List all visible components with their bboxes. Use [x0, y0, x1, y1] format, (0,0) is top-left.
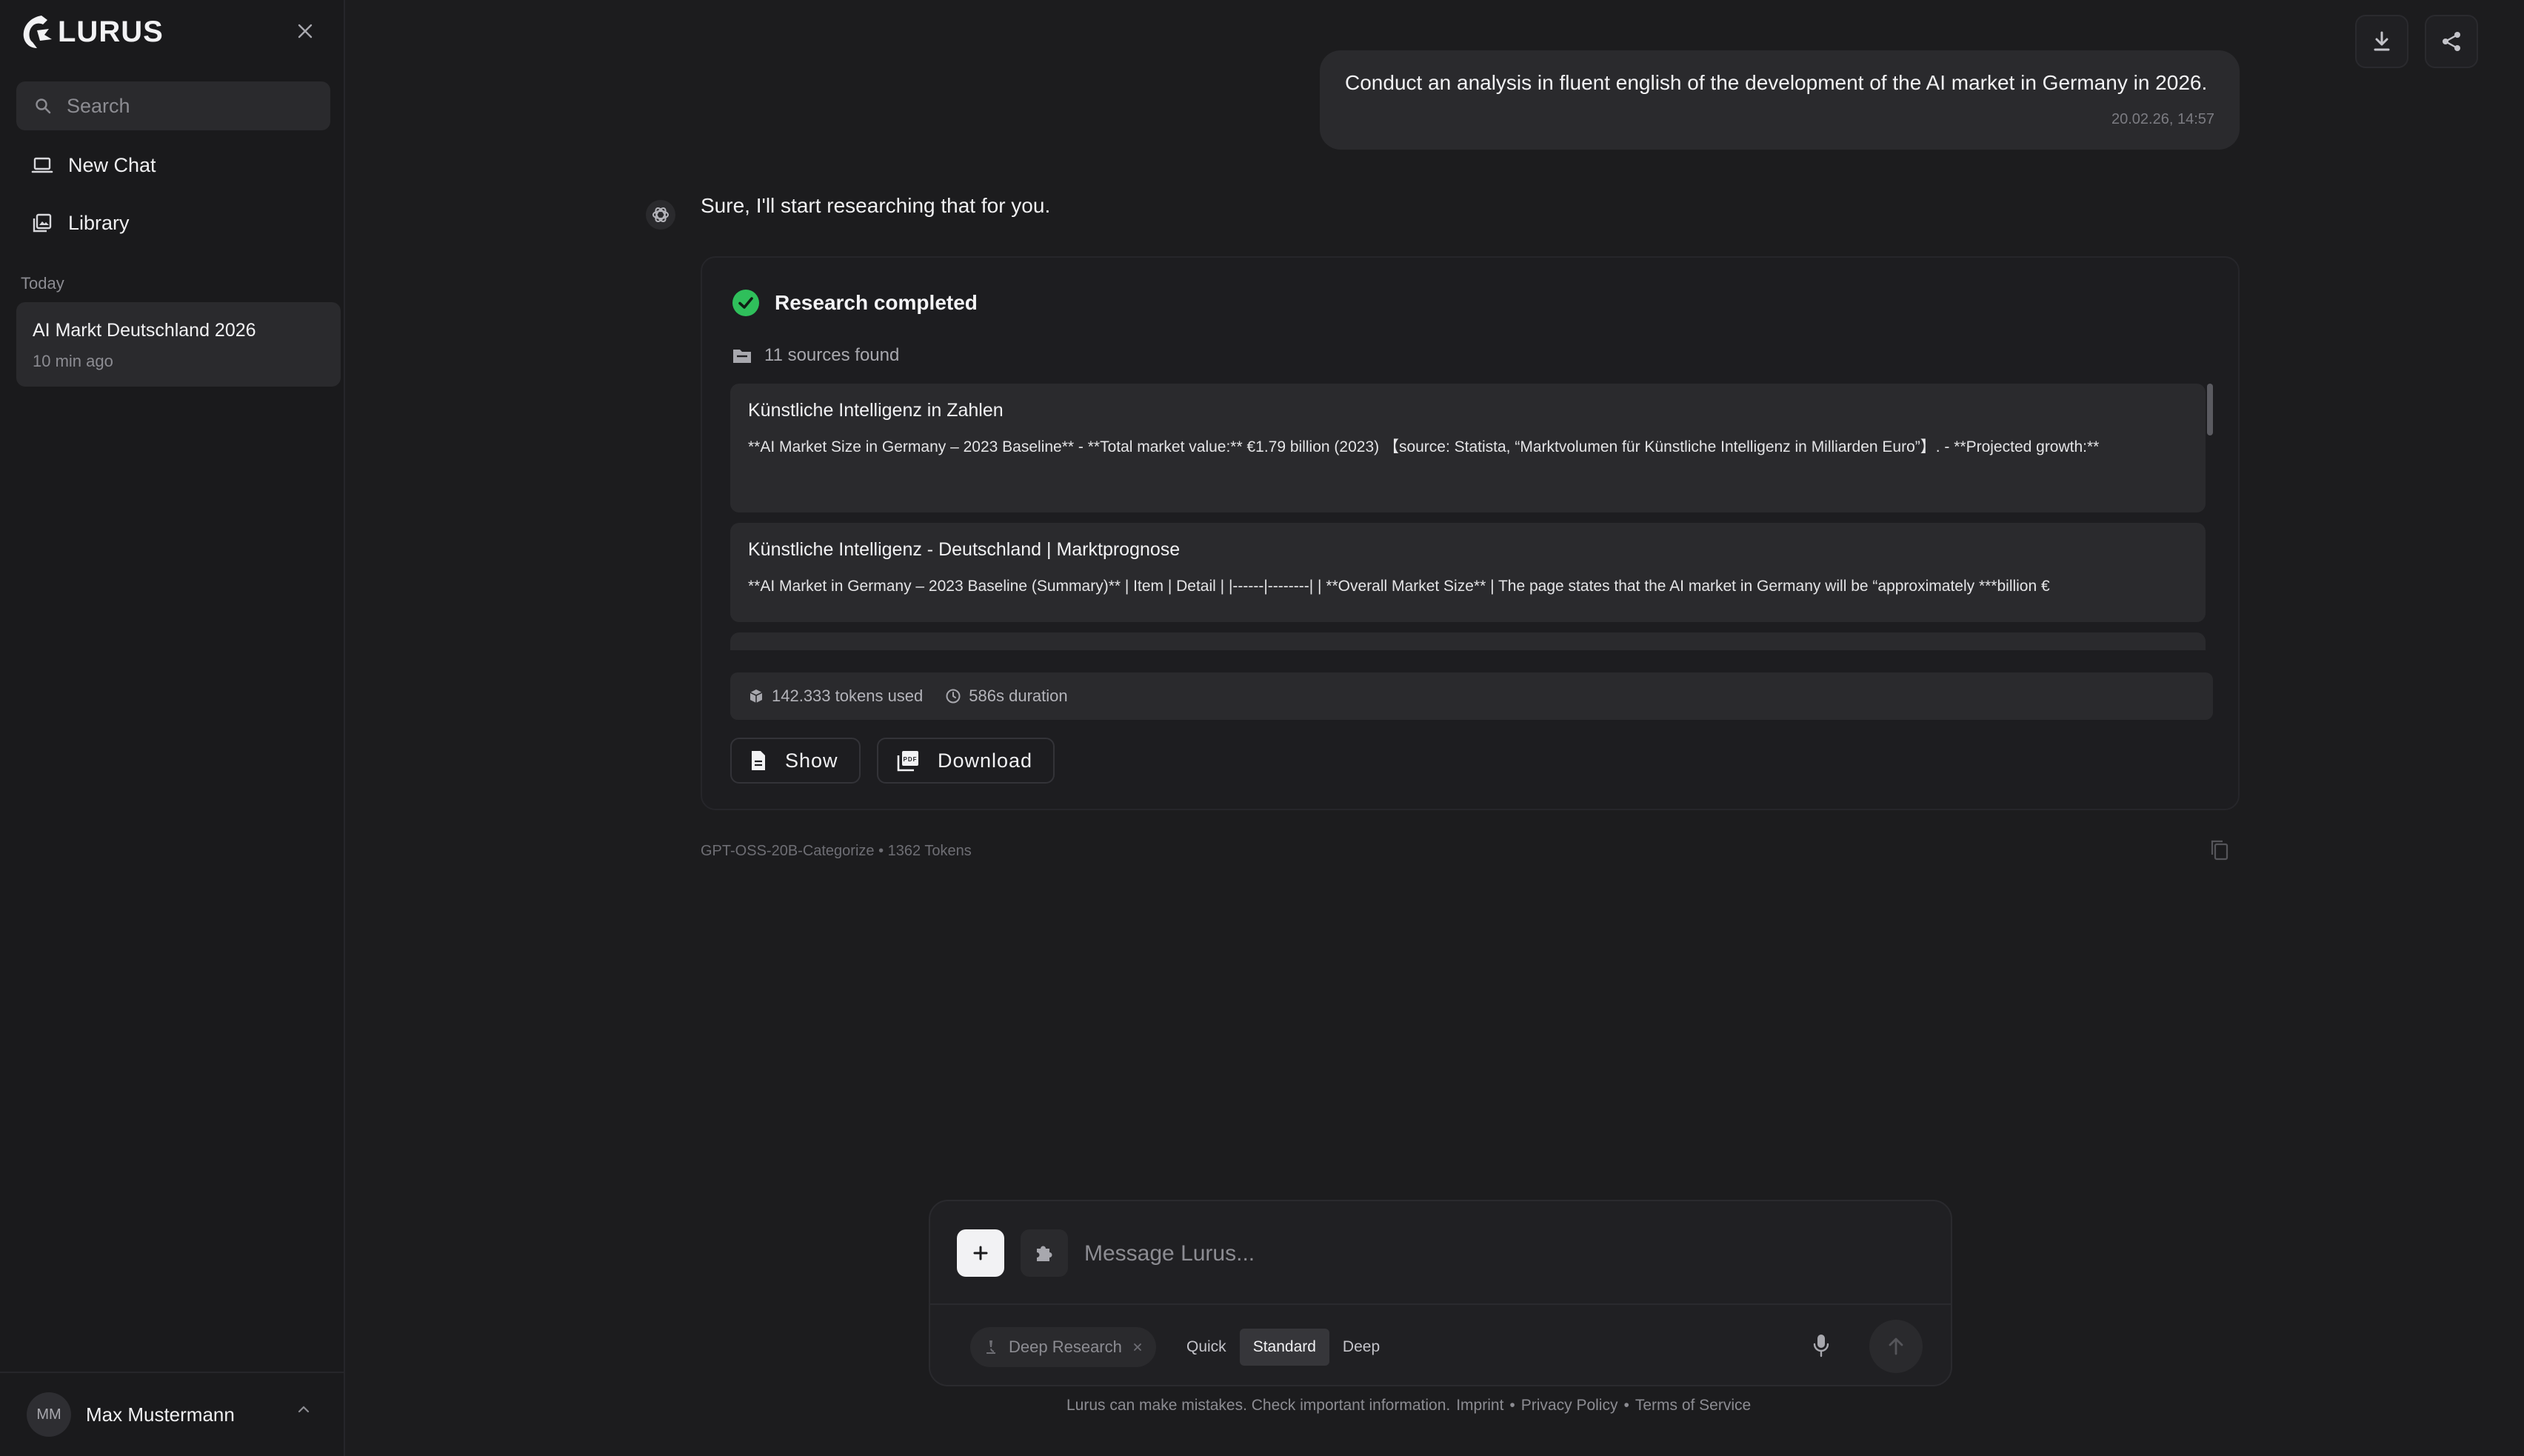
download-icon	[2374, 31, 2390, 51]
footer-separator: •	[1623, 1397, 1629, 1414]
composer-divider	[930, 1303, 1951, 1305]
folder-icon	[733, 350, 751, 363]
privacy-policy-link[interactable]: Privacy Policy	[1521, 1397, 1618, 1415]
research-status: Research completed	[732, 289, 978, 317]
source-title: Künstliche Intelligenz in Zahlen	[748, 400, 1004, 421]
footer-separator: •	[1509, 1397, 1515, 1414]
duration-stat: 586s duration	[945, 687, 1068, 706]
laptop-icon	[31, 157, 53, 173]
duration-label: 586s duration	[969, 687, 1068, 705]
check-circle-icon	[732, 290, 759, 316]
library-icon	[33, 213, 52, 233]
copy-response-button[interactable]	[2208, 838, 2231, 866]
app-name: LURUS	[58, 15, 164, 48]
user-message-text: Conduct an analysis in fluent english of…	[1345, 71, 2208, 94]
deep-research-chip[interactable]: Deep Research	[970, 1327, 1156, 1367]
show-report-button[interactable]: Show	[730, 738, 861, 784]
tokens-used-label: 142.333 tokens used	[772, 687, 924, 705]
lurus-logo-icon	[23, 16, 52, 48]
imprint-link[interactable]: Imprint	[1456, 1397, 1503, 1415]
source-item[interactable]: Künstliche Intelligenz in Zahlen **AI Ma…	[730, 384, 2206, 512]
research-status-label: Research completed	[775, 291, 978, 314]
cube-icon	[749, 689, 763, 703]
search-input[interactable]	[67, 94, 311, 118]
arrow-up-icon	[1889, 1338, 1903, 1355]
message-input[interactable]	[1084, 1235, 1899, 1272]
share-icon	[2443, 32, 2460, 51]
research-stats: 142.333 tokens used 586s duration	[730, 672, 2213, 720]
svg-text:PDF: PDF	[904, 756, 918, 763]
sources-list[interactable]: Künstliche Intelligenz in Zahlen **AI Ma…	[730, 384, 2210, 650]
chevron-up-icon	[298, 1406, 310, 1413]
source-item[interactable]	[730, 632, 2206, 650]
download-chat-button[interactable]	[2355, 15, 2408, 68]
clock-icon	[946, 689, 961, 704]
openai-logo-icon	[652, 207, 669, 223]
source-excerpt: **AI Market in Germany – 2023 Baseline (…	[748, 578, 2050, 595]
user-name: Max Mustermann	[86, 1403, 235, 1426]
microphone-icon	[1813, 1335, 1829, 1358]
sources-count: 11 sources found	[732, 345, 899, 366]
source-item[interactable]: Künstliche Intelligenz - Deutschland | M…	[730, 523, 2206, 622]
mode-chip-label: Deep Research	[1009, 1338, 1122, 1356]
puzzle-icon	[1037, 1246, 1052, 1261]
sidebar-item-new-chat[interactable]: New Chat	[16, 141, 330, 190]
sidebar: LURUS New Chat Library Today AI Markt De…	[0, 0, 345, 1456]
search-box[interactable]	[16, 81, 330, 130]
document-icon	[752, 751, 765, 770]
sidebar-item-label: Library	[68, 211, 130, 234]
add-attachment-button[interactable]	[957, 1229, 1004, 1277]
research-result-card: Research completed 11 sources found Küns…	[701, 256, 2240, 810]
voice-input-button[interactable]	[1812, 1333, 1831, 1362]
download-label: Download	[938, 749, 1033, 772]
show-label: Show	[785, 749, 838, 772]
avatar: MM	[27, 1392, 71, 1437]
app-logo[interactable]: LURUS	[19, 10, 164, 53]
message-timestamp: 20.02.26, 14:57	[2111, 111, 2214, 127]
chat-time: 10 min ago	[33, 352, 113, 370]
user-message: Conduct an analysis in fluent english of…	[1320, 50, 2240, 150]
tokens-stat: 142.333 tokens used	[748, 687, 923, 706]
depth-option-standard[interactable]: Standard	[1239, 1329, 1329, 1366]
search-icon	[36, 98, 51, 114]
chat-title: AI Markt Deutschland 2026	[33, 320, 256, 341]
depth-option-deep[interactable]: Deep	[1329, 1329, 1393, 1366]
close-icon	[298, 24, 313, 39]
source-excerpt: **AI Market Size in Germany – 2023 Basel…	[748, 438, 2100, 455]
sidebar-item-library[interactable]: Library	[16, 198, 330, 247]
microscope-icon	[986, 1340, 995, 1354]
assistant-message-text: Sure, I'll start researching that for yo…	[701, 194, 1051, 217]
source-title: Künstliche Intelligenz - Deutschland | M…	[748, 539, 1181, 560]
remove-chip-icon[interactable]	[1132, 1342, 1143, 1352]
assistant-avatar-icon	[646, 200, 675, 230]
depth-option-quick[interactable]: Quick	[1173, 1329, 1240, 1366]
plugins-button[interactable]	[1021, 1229, 1068, 1277]
download-pdf-button[interactable]: PDF Download	[877, 738, 1055, 784]
user-menu[interactable]: MM Max Mustermann	[0, 1372, 344, 1456]
share-chat-button[interactable]	[2425, 15, 2478, 68]
disclaimer-text: Lurus can make mistakes. Check important…	[1066, 1397, 1451, 1414]
sources-count-label: 11 sources found	[764, 345, 900, 365]
message-composer: Deep Research Quick Standard Deep	[929, 1200, 1952, 1386]
research-depth-selector: Quick Standard Deep	[1173, 1329, 1393, 1366]
section-label-today: Today	[21, 274, 64, 293]
footer: Lurus can make mistakes. Check important…	[1066, 1397, 1751, 1415]
close-sidebar-button[interactable]	[290, 16, 320, 46]
chat-history-item[interactable]: AI Markt Deutschland 2026 10 min ago	[16, 302, 341, 387]
copy-icon	[2211, 840, 2228, 861]
sources-scrollbar[interactable]	[2207, 384, 2213, 435]
pdf-icon: PDF	[897, 751, 918, 772]
sidebar-item-label: New Chat	[68, 153, 156, 176]
terms-of-service-link[interactable]: Terms of Service	[1635, 1397, 1751, 1415]
plus-icon	[973, 1246, 988, 1260]
model-meta: GPT-OSS-20B-Categorize • 1362 Tokens	[701, 843, 972, 859]
send-button[interactable]	[1869, 1320, 1923, 1373]
